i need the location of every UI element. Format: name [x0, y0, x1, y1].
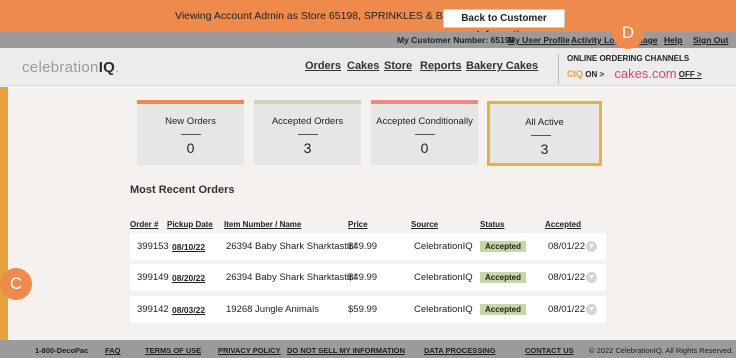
- channels-title: ONLINE ORDERING CHANNELS: [567, 54, 690, 63]
- link-user-profile[interactable]: My User Profile: [508, 35, 570, 45]
- order-row[interactable]: 399153 08/10/22 26394 Baby Shark Sharkta…: [130, 233, 606, 260]
- nav-reports[interactable]: Reports: [420, 60, 462, 72]
- card-divider: [298, 134, 318, 135]
- item-name: 26394 Baby Shark Sharktastic!: [226, 272, 357, 283]
- col-header-price[interactable]: Price: [348, 220, 368, 229]
- cakes-channel-toggle[interactable]: OFF >: [679, 70, 702, 79]
- card-accent: [254, 100, 361, 104]
- card-divider: [415, 134, 435, 135]
- link-sign-out[interactable]: Sign Out: [693, 35, 728, 45]
- card-accepted-orders[interactable]: Accepted Orders 3: [254, 100, 361, 165]
- logo-dot: .: [115, 59, 120, 76]
- order-number: 399153: [137, 241, 169, 252]
- card-value: 0: [420, 140, 429, 156]
- nav-store[interactable]: Store: [384, 60, 412, 72]
- card-label: Accepted Orders: [271, 116, 344, 127]
- card-accepted-conditionally[interactable]: Accepted Conditionally 0: [371, 100, 478, 165]
- card-value: 3: [303, 140, 312, 156]
- celebrationiq-logo[interactable]: celebrationIQ.: [22, 59, 120, 76]
- cakes-com-logo: cakes.com: [614, 66, 677, 81]
- col-header-order[interactable]: Order #: [130, 220, 158, 229]
- footer-link-privacy[interactable]: PRIVACY POLICY: [218, 346, 281, 355]
- footer-link-terms[interactable]: TERMS OF USE: [145, 346, 201, 355]
- card-label: New Orders: [165, 116, 216, 127]
- footer-link-do-not-sell[interactable]: DO NOT SELL MY INFORMATION: [287, 346, 405, 355]
- main-nav-bar: celebrationIQ. Orders Cakes Store Report…: [0, 48, 736, 86]
- footer-phone: 1-800-DecoPac: [35, 346, 89, 355]
- nav-cakes[interactable]: Cakes: [347, 60, 379, 72]
- marker-d: D: [612, 17, 644, 49]
- col-header-status[interactable]: Status: [480, 220, 504, 229]
- order-row[interactable]: 399142 08/03/22 19268 Jungle Animals $59…: [130, 296, 606, 323]
- status-badge: Accepted: [480, 272, 527, 283]
- footer-link-data-processing[interactable]: DATA PROCESSING: [424, 346, 496, 355]
- nav-bakery-cakes[interactable]: Bakery Cakes: [466, 60, 538, 72]
- recent-orders-title: Most Recent Orders: [130, 184, 235, 196]
- price: $49.99: [348, 272, 378, 283]
- card-accent: [371, 100, 478, 104]
- item-name: 26394 Baby Shark Sharktastic!: [226, 241, 357, 252]
- card-new-orders[interactable]: New Orders 0: [137, 100, 244, 165]
- marker-c: C: [0, 268, 32, 300]
- accepted-date: 08/01/22: [548, 241, 585, 252]
- customer-number: My Customer Number: 65198: [397, 35, 515, 45]
- footer-link-faq[interactable]: FAQ: [105, 346, 120, 355]
- online-ordering-channels: ONLINE ORDERING CHANNELS CIQ ON > cakes.…: [558, 54, 736, 84]
- source: CelebrationIQ: [414, 241, 473, 252]
- footer-copyright: © 2022 CelebrationIQ. All Rights Reserve…: [589, 346, 734, 355]
- source: CelebrationIQ: [414, 304, 473, 315]
- logo-suffix: IQ: [98, 59, 116, 76]
- card-label: All Active: [525, 117, 564, 128]
- footer-link-contact[interactable]: CONTACT US: [525, 346, 574, 355]
- ciq-logo: CIQ: [567, 69, 584, 79]
- col-header-item[interactable]: Item Number / Name: [224, 220, 301, 229]
- price: $49.99: [348, 241, 378, 252]
- order-row[interactable]: 399149 08/20/22 26394 Baby Shark Sharkta…: [130, 264, 606, 291]
- card-divider: [531, 135, 551, 136]
- price: $59.99: [348, 304, 378, 315]
- pickup-date[interactable]: 08/20/22: [172, 273, 205, 283]
- pickup-date[interactable]: 08/10/22: [172, 242, 205, 252]
- chevron-down-icon[interactable]: ▼: [586, 304, 597, 315]
- col-header-accepted[interactable]: Accepted: [545, 220, 581, 229]
- chevron-down-icon[interactable]: ▼: [586, 272, 597, 283]
- nav-orders[interactable]: Orders: [305, 60, 341, 72]
- order-number: 399142: [137, 304, 169, 315]
- logo-prefix: celebration: [22, 59, 99, 76]
- order-number: 399149: [137, 272, 169, 283]
- card-divider: [181, 134, 201, 135]
- accepted-date: 08/01/22: [548, 304, 585, 315]
- left-accent-bar: [0, 87, 8, 340]
- card-accent: [137, 100, 244, 104]
- card-value: 3: [540, 141, 549, 157]
- accepted-date: 08/01/22: [548, 272, 585, 283]
- link-help[interactable]: Help: [664, 35, 682, 45]
- chevron-down-icon[interactable]: ▼: [586, 241, 597, 252]
- card-value: 0: [186, 140, 195, 156]
- status-badge: Accepted: [480, 241, 527, 252]
- back-to-customer-button[interactable]: Back to Customer Information: [443, 9, 565, 41]
- status-badge: Accepted: [480, 304, 527, 315]
- ciq-channel-toggle[interactable]: ON >: [585, 70, 604, 79]
- pickup-date[interactable]: 08/03/22: [172, 305, 205, 315]
- col-header-pickup-date[interactable]: Pickup Date: [167, 220, 213, 229]
- source: CelebrationIQ: [414, 272, 473, 283]
- col-header-source[interactable]: Source: [411, 220, 438, 229]
- footer: 1-800-DecoPac FAQ TERMS OF USE PRIVACY P…: [0, 340, 736, 358]
- item-name: 19268 Jungle Animals: [226, 304, 319, 315]
- card-label: Accepted Conditionally: [376, 116, 473, 127]
- card-all-active[interactable]: All Active 3: [487, 101, 602, 166]
